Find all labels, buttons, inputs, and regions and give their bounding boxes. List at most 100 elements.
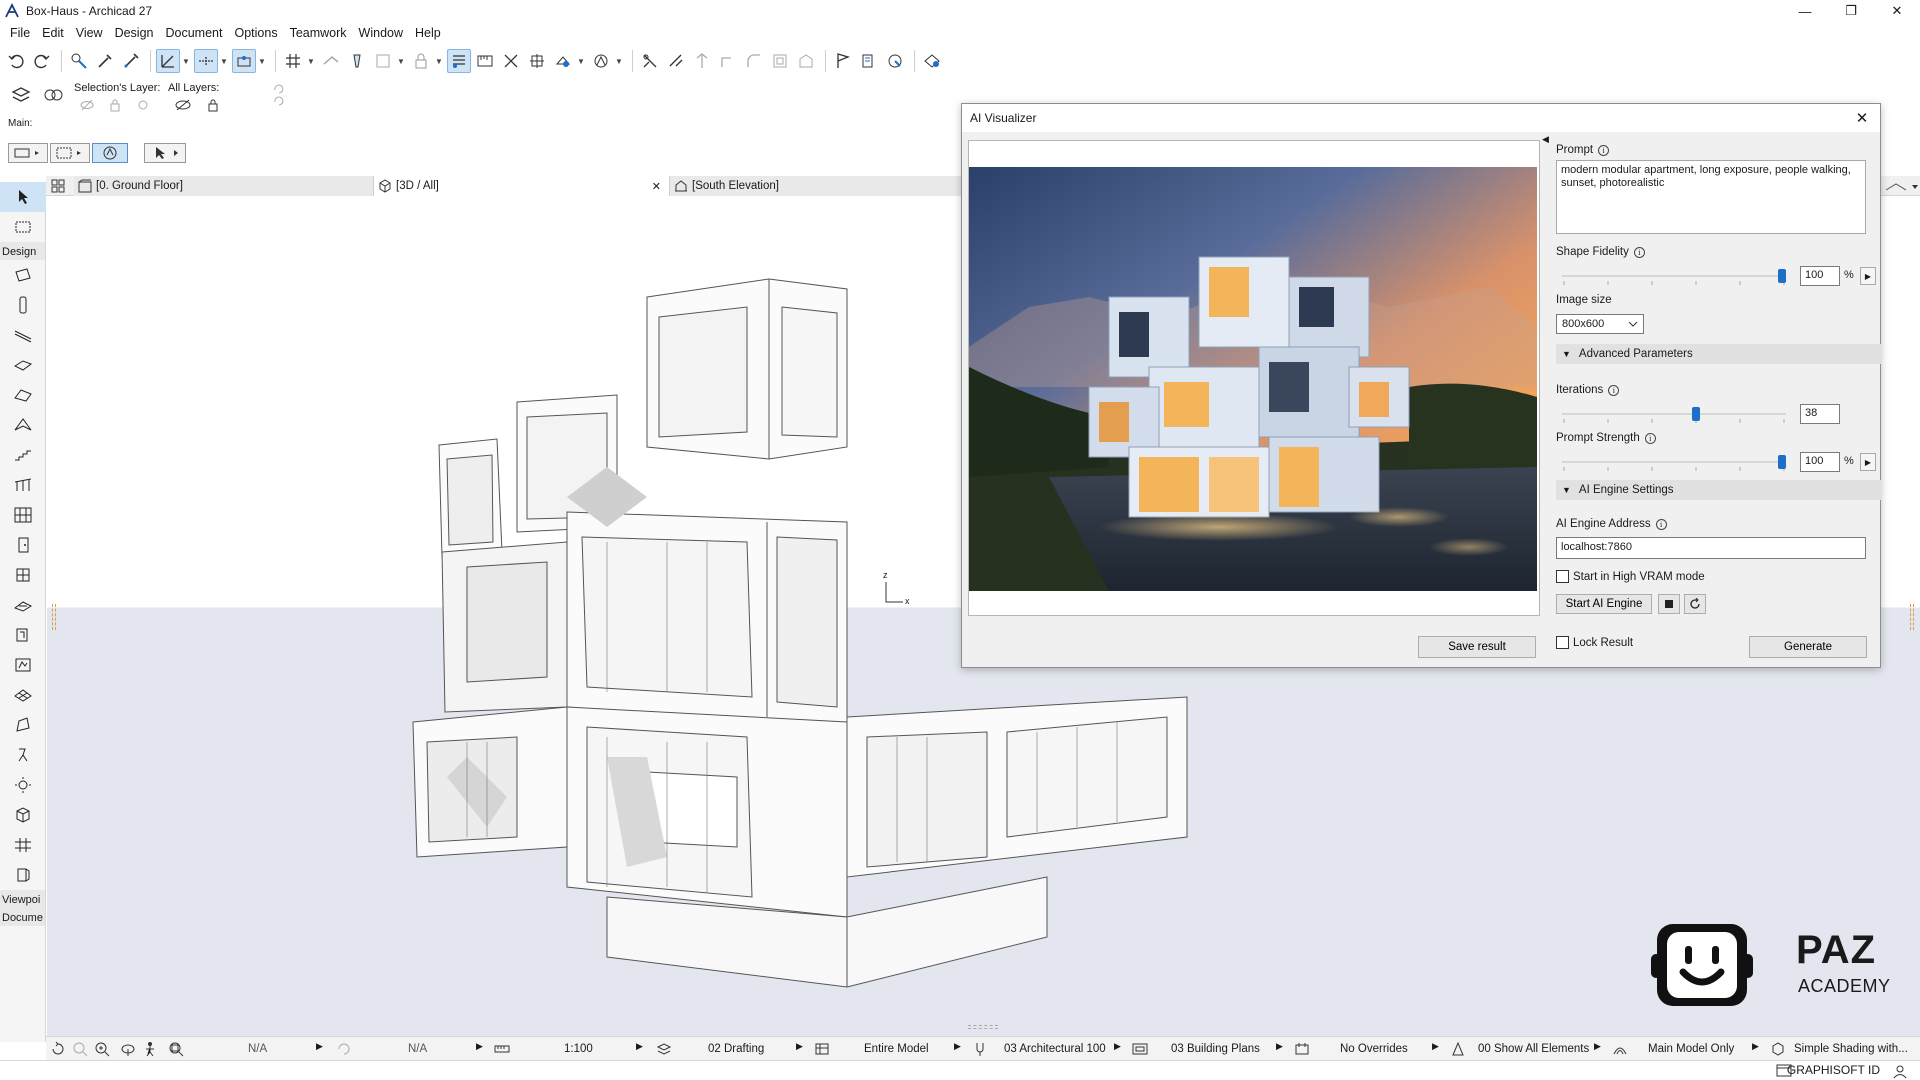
rotate-icon[interactable] xyxy=(50,1041,66,1057)
explode-icon[interactable] xyxy=(499,49,523,73)
tool-beam[interactable] xyxy=(0,320,46,350)
zoom-in-icon[interactable] xyxy=(94,1041,110,1057)
stepper-arrow-icon[interactable]: ▶ xyxy=(1860,267,1876,285)
undo-view-icon[interactable] xyxy=(336,1041,352,1057)
layer-combination-icon[interactable] xyxy=(656,1041,672,1057)
dialog-close-button[interactable]: ✕ xyxy=(1852,108,1872,128)
info-icon[interactable]: i xyxy=(1644,432,1656,444)
status-model-view[interactable]: Entire Model xyxy=(864,1041,929,1057)
tool-skylight[interactable] xyxy=(0,590,46,620)
tool-wall[interactable] xyxy=(0,260,46,290)
chevron-down-icon[interactable]: ▼ xyxy=(397,57,405,66)
grid-snap-icon[interactable] xyxy=(281,49,305,73)
chevron-right-icon[interactable]: ▶ xyxy=(796,1041,803,1052)
layers-icon[interactable] xyxy=(10,84,32,106)
graphisoft-id-link[interactable]: GRAPHISOFT ID xyxy=(1787,1063,1880,1077)
bottom-panel-handle[interactable] xyxy=(968,1025,998,1029)
status-structural-display[interactable]: Main Model Only xyxy=(1648,1041,1734,1057)
prompt-strength-input[interactable]: 100 xyxy=(1800,452,1840,472)
status-layer-combination[interactable]: 02 Drafting xyxy=(708,1041,764,1057)
tool-railing[interactable] xyxy=(0,470,46,500)
ai-engine-address-input[interactable]: localhost:7860 xyxy=(1556,537,1866,559)
stop-icon[interactable] xyxy=(1658,594,1680,614)
tool-grid-element[interactable] xyxy=(0,830,46,860)
redo-icon[interactable] xyxy=(30,49,54,73)
status-pen-set[interactable]: 03 Architectural 100 xyxy=(1004,1041,1106,1057)
iterations-input[interactable]: 38 xyxy=(1800,404,1840,424)
pen-set-icon[interactable] xyxy=(972,1041,988,1057)
tool-shell[interactable] xyxy=(0,410,46,440)
tool-stair[interactable] xyxy=(0,440,46,470)
toolbox-section-viewpoint[interactable]: Viewpoi xyxy=(0,890,45,908)
eyedropper-icon[interactable] xyxy=(93,49,117,73)
status-model-view-options[interactable]: 03 Building Plans xyxy=(1171,1041,1260,1057)
tool-slab[interactable] xyxy=(0,350,46,380)
slider-thumb[interactable] xyxy=(1692,407,1700,421)
3d-style-icon[interactable] xyxy=(1770,1041,1786,1057)
info-icon[interactable]: i xyxy=(1598,144,1610,156)
chevron-right-icon[interactable]: ▶ xyxy=(1594,1041,1601,1052)
tool-marquee[interactable] xyxy=(0,212,46,242)
tool-curtain-wall[interactable] xyxy=(0,500,46,530)
chevron-down-icon[interactable]: ▼ xyxy=(258,57,266,66)
syringe-icon[interactable] xyxy=(119,49,143,73)
status-graphic-overrides[interactable]: No Overrides xyxy=(1340,1041,1408,1057)
info-icon[interactable]: i xyxy=(1608,384,1620,396)
close-window-button[interactable]: ✕ xyxy=(1874,0,1920,22)
menu-options[interactable]: Options xyxy=(228,22,283,44)
fillet-icon[interactable] xyxy=(742,49,766,73)
lock-icon[interactable] xyxy=(409,49,433,73)
slider-thumb[interactable] xyxy=(1778,269,1786,283)
chevron-right-icon[interactable]: ▶ xyxy=(1114,1041,1121,1052)
ai-visualizer-icon[interactable] xyxy=(920,49,944,73)
adjust-icon[interactable] xyxy=(690,49,714,73)
chevron-down-icon[interactable]: ▼ xyxy=(220,57,228,66)
checkbox-box[interactable] xyxy=(1556,570,1569,583)
menu-file[interactable]: File xyxy=(4,22,36,44)
model-view-options-icon[interactable] xyxy=(1132,1041,1148,1057)
scale-icon[interactable] xyxy=(494,1041,510,1057)
explore-icon[interactable] xyxy=(142,1041,158,1057)
tool-object[interactable] xyxy=(0,620,46,650)
generate-button[interactable]: Generate xyxy=(1749,636,1867,658)
fit-in-window-icon[interactable] xyxy=(168,1041,184,1057)
lock-all-layers-icon[interactable] xyxy=(206,98,220,112)
trim-icon[interactable] xyxy=(638,49,662,73)
marquee-filter-icon[interactable] xyxy=(50,143,90,163)
hide-all-layers-icon[interactable] xyxy=(174,98,192,112)
user-account-icon[interactable] xyxy=(1892,1063,1908,1079)
tool-morph[interactable] xyxy=(0,710,46,740)
left-panel-handle[interactable] xyxy=(52,604,56,630)
orbit-icon[interactable] xyxy=(120,1041,136,1057)
start-ai-engine-button[interactable]: Start AI Engine xyxy=(1556,594,1652,614)
layout-icon[interactable] xyxy=(371,49,395,73)
menu-edit[interactable]: Edit xyxy=(36,22,70,44)
tab-ground-floor[interactable]: [0. Ground Floor] xyxy=(74,176,374,196)
menu-teamwork[interactable]: Teamwork xyxy=(284,22,353,44)
publisher-icon[interactable] xyxy=(857,49,881,73)
geometry-method-icon[interactable] xyxy=(589,49,613,73)
slider-thumb[interactable] xyxy=(1778,455,1786,469)
graphic-overrides-icon[interactable] xyxy=(1294,1041,1310,1057)
bim-cloud-icon[interactable] xyxy=(883,49,907,73)
chevron-right-icon[interactable]: ▶ xyxy=(1432,1041,1439,1052)
tool-arrow[interactable] xyxy=(0,182,46,212)
view-options-icon[interactable] xyxy=(1884,180,1920,194)
zoom-out-icon[interactable] xyxy=(72,1041,88,1057)
roof-icon[interactable] xyxy=(319,49,343,73)
lock-layer-icon[interactable] xyxy=(108,98,122,112)
offset-icon[interactable] xyxy=(768,49,792,73)
snap-guides-icon[interactable] xyxy=(194,49,218,73)
toolbox-section-design[interactable]: Design xyxy=(0,242,45,260)
intersect-icon[interactable] xyxy=(716,49,740,73)
tool-wall-end[interactable] xyxy=(0,860,46,890)
layer-combination-icon[interactable] xyxy=(42,84,64,106)
status-3d-style[interactable]: Simple Shading with... xyxy=(1794,1041,1908,1057)
lock-result-checkbox[interactable]: Lock Result xyxy=(1556,636,1633,649)
arrow-tool-icon[interactable] xyxy=(144,143,186,163)
trace-icon[interactable] xyxy=(525,49,549,73)
tool-door[interactable] xyxy=(0,530,46,560)
chevron-right-icon[interactable]: ▶ xyxy=(476,1041,483,1052)
tool-window[interactable] xyxy=(0,560,46,590)
high-vram-checkbox[interactable]: Start in High VRAM mode xyxy=(1556,570,1705,583)
